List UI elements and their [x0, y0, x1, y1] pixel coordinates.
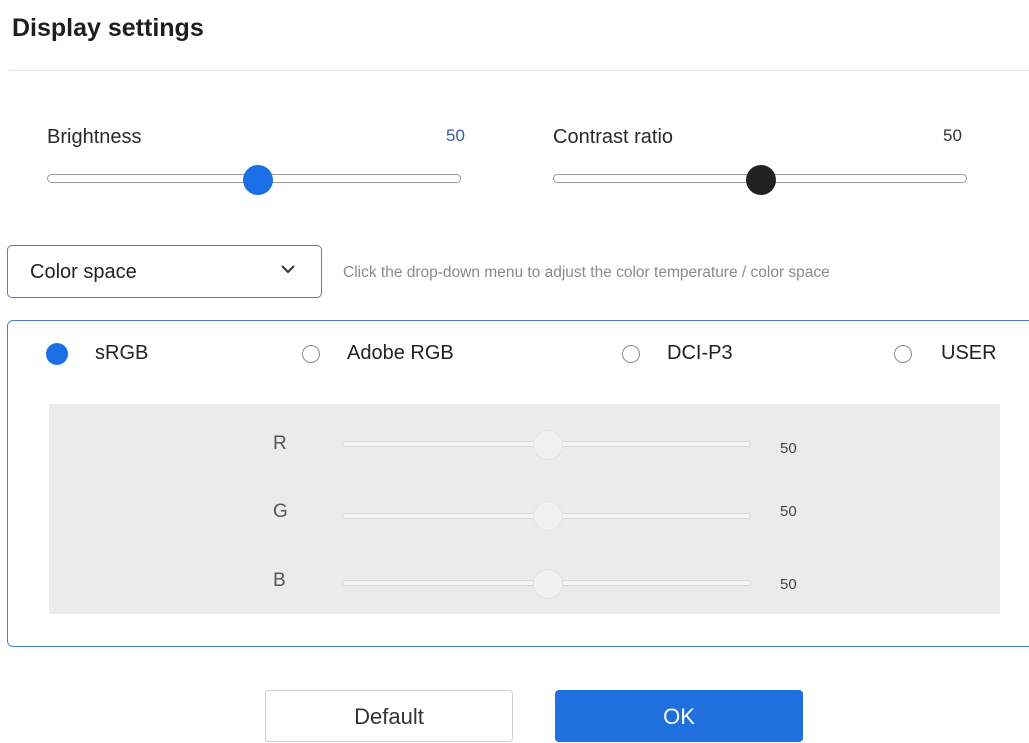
color-space-selected-value: Color space — [30, 261, 137, 283]
color-space-hint: Click the drop-down menu to adjust the c… — [343, 264, 830, 281]
ok-button[interactable]: OK — [555, 690, 803, 742]
title-divider — [10, 70, 1029, 71]
channel-g-value: 50 — [780, 503, 797, 520]
contrast-slider-thumb[interactable] — [746, 165, 776, 195]
channel-r-label: R — [273, 433, 287, 454]
radio-dci-p3[interactable] — [622, 345, 640, 363]
channel-g-slider-thumb[interactable] — [533, 501, 563, 531]
channel-r-slider-thumb[interactable] — [533, 430, 563, 460]
default-button[interactable]: Default — [265, 690, 513, 742]
channel-g-label: G — [273, 501, 288, 522]
channel-b-slider-thumb[interactable] — [533, 569, 563, 599]
page-title: Display settings — [12, 14, 204, 42]
radio-user-label[interactable]: USER — [941, 342, 997, 365]
channel-b-value: 50 — [780, 576, 797, 593]
radio-srgb[interactable] — [46, 343, 68, 365]
brightness-slider-thumb[interactable] — [243, 165, 273, 195]
color-space-dropdown[interactable]: Color space — [7, 245, 322, 298]
brightness-value: 50 — [446, 126, 465, 145]
radio-adobe-rgb-label[interactable]: Adobe RGB — [347, 342, 454, 365]
radio-srgb-label[interactable]: sRGB — [95, 342, 148, 365]
contrast-label: Contrast ratio — [553, 126, 674, 148]
channel-b-label: B — [273, 570, 286, 591]
radio-adobe-rgb[interactable] — [302, 345, 320, 363]
channel-r-value: 50 — [780, 440, 797, 457]
chevron-down-icon — [277, 258, 299, 280]
radio-user[interactable] — [894, 345, 912, 363]
brightness-label: Brightness — [47, 126, 142, 148]
contrast-value: 50 — [943, 126, 962, 145]
radio-dci-p3-label[interactable]: DCI-P3 — [667, 342, 733, 365]
